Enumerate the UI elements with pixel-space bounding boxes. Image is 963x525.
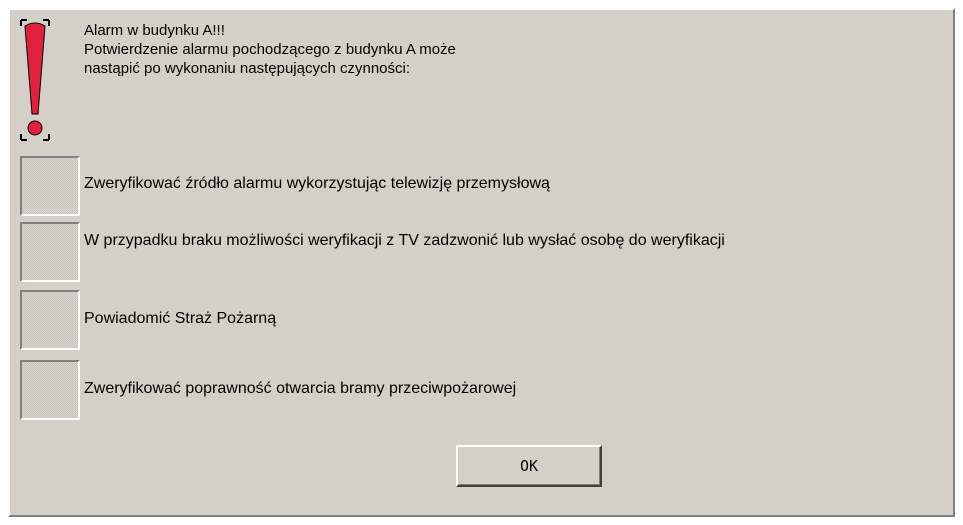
- alarm-title: Alarm w budynku A!!!: [84, 22, 225, 39]
- task-label: Zweryfikować poprawność otwarcia bramy p…: [84, 380, 517, 397]
- task-label: W przypadku braku możliwości weryfikacji…: [84, 232, 725, 249]
- alarm-dialog: Alarm w budynku A!!! Potwierdzenie alarm…: [8, 8, 955, 517]
- task-checkbox[interactable]: [20, 156, 80, 216]
- task-checkbox[interactable]: [20, 360, 80, 420]
- ok-button[interactable]: OK: [456, 445, 602, 487]
- alarm-description-line-2: nastąpić po wykonaniu następujących czyn…: [84, 60, 411, 77]
- task-label: Powiadomić Straż Pożarną: [84, 310, 277, 327]
- alarm-description-line-1: Potwierdzenie alarmu pochodzącego z budy…: [84, 41, 456, 58]
- exclamation-icon: [20, 19, 50, 141]
- task-checkbox[interactable]: [20, 290, 80, 350]
- task-checkbox[interactable]: [20, 222, 80, 282]
- alarm-message: Alarm w budynku A!!! Potwierdzenie alarm…: [84, 21, 456, 78]
- task-label: Zweryfikować źródło alarmu wykorzystując…: [84, 175, 550, 192]
